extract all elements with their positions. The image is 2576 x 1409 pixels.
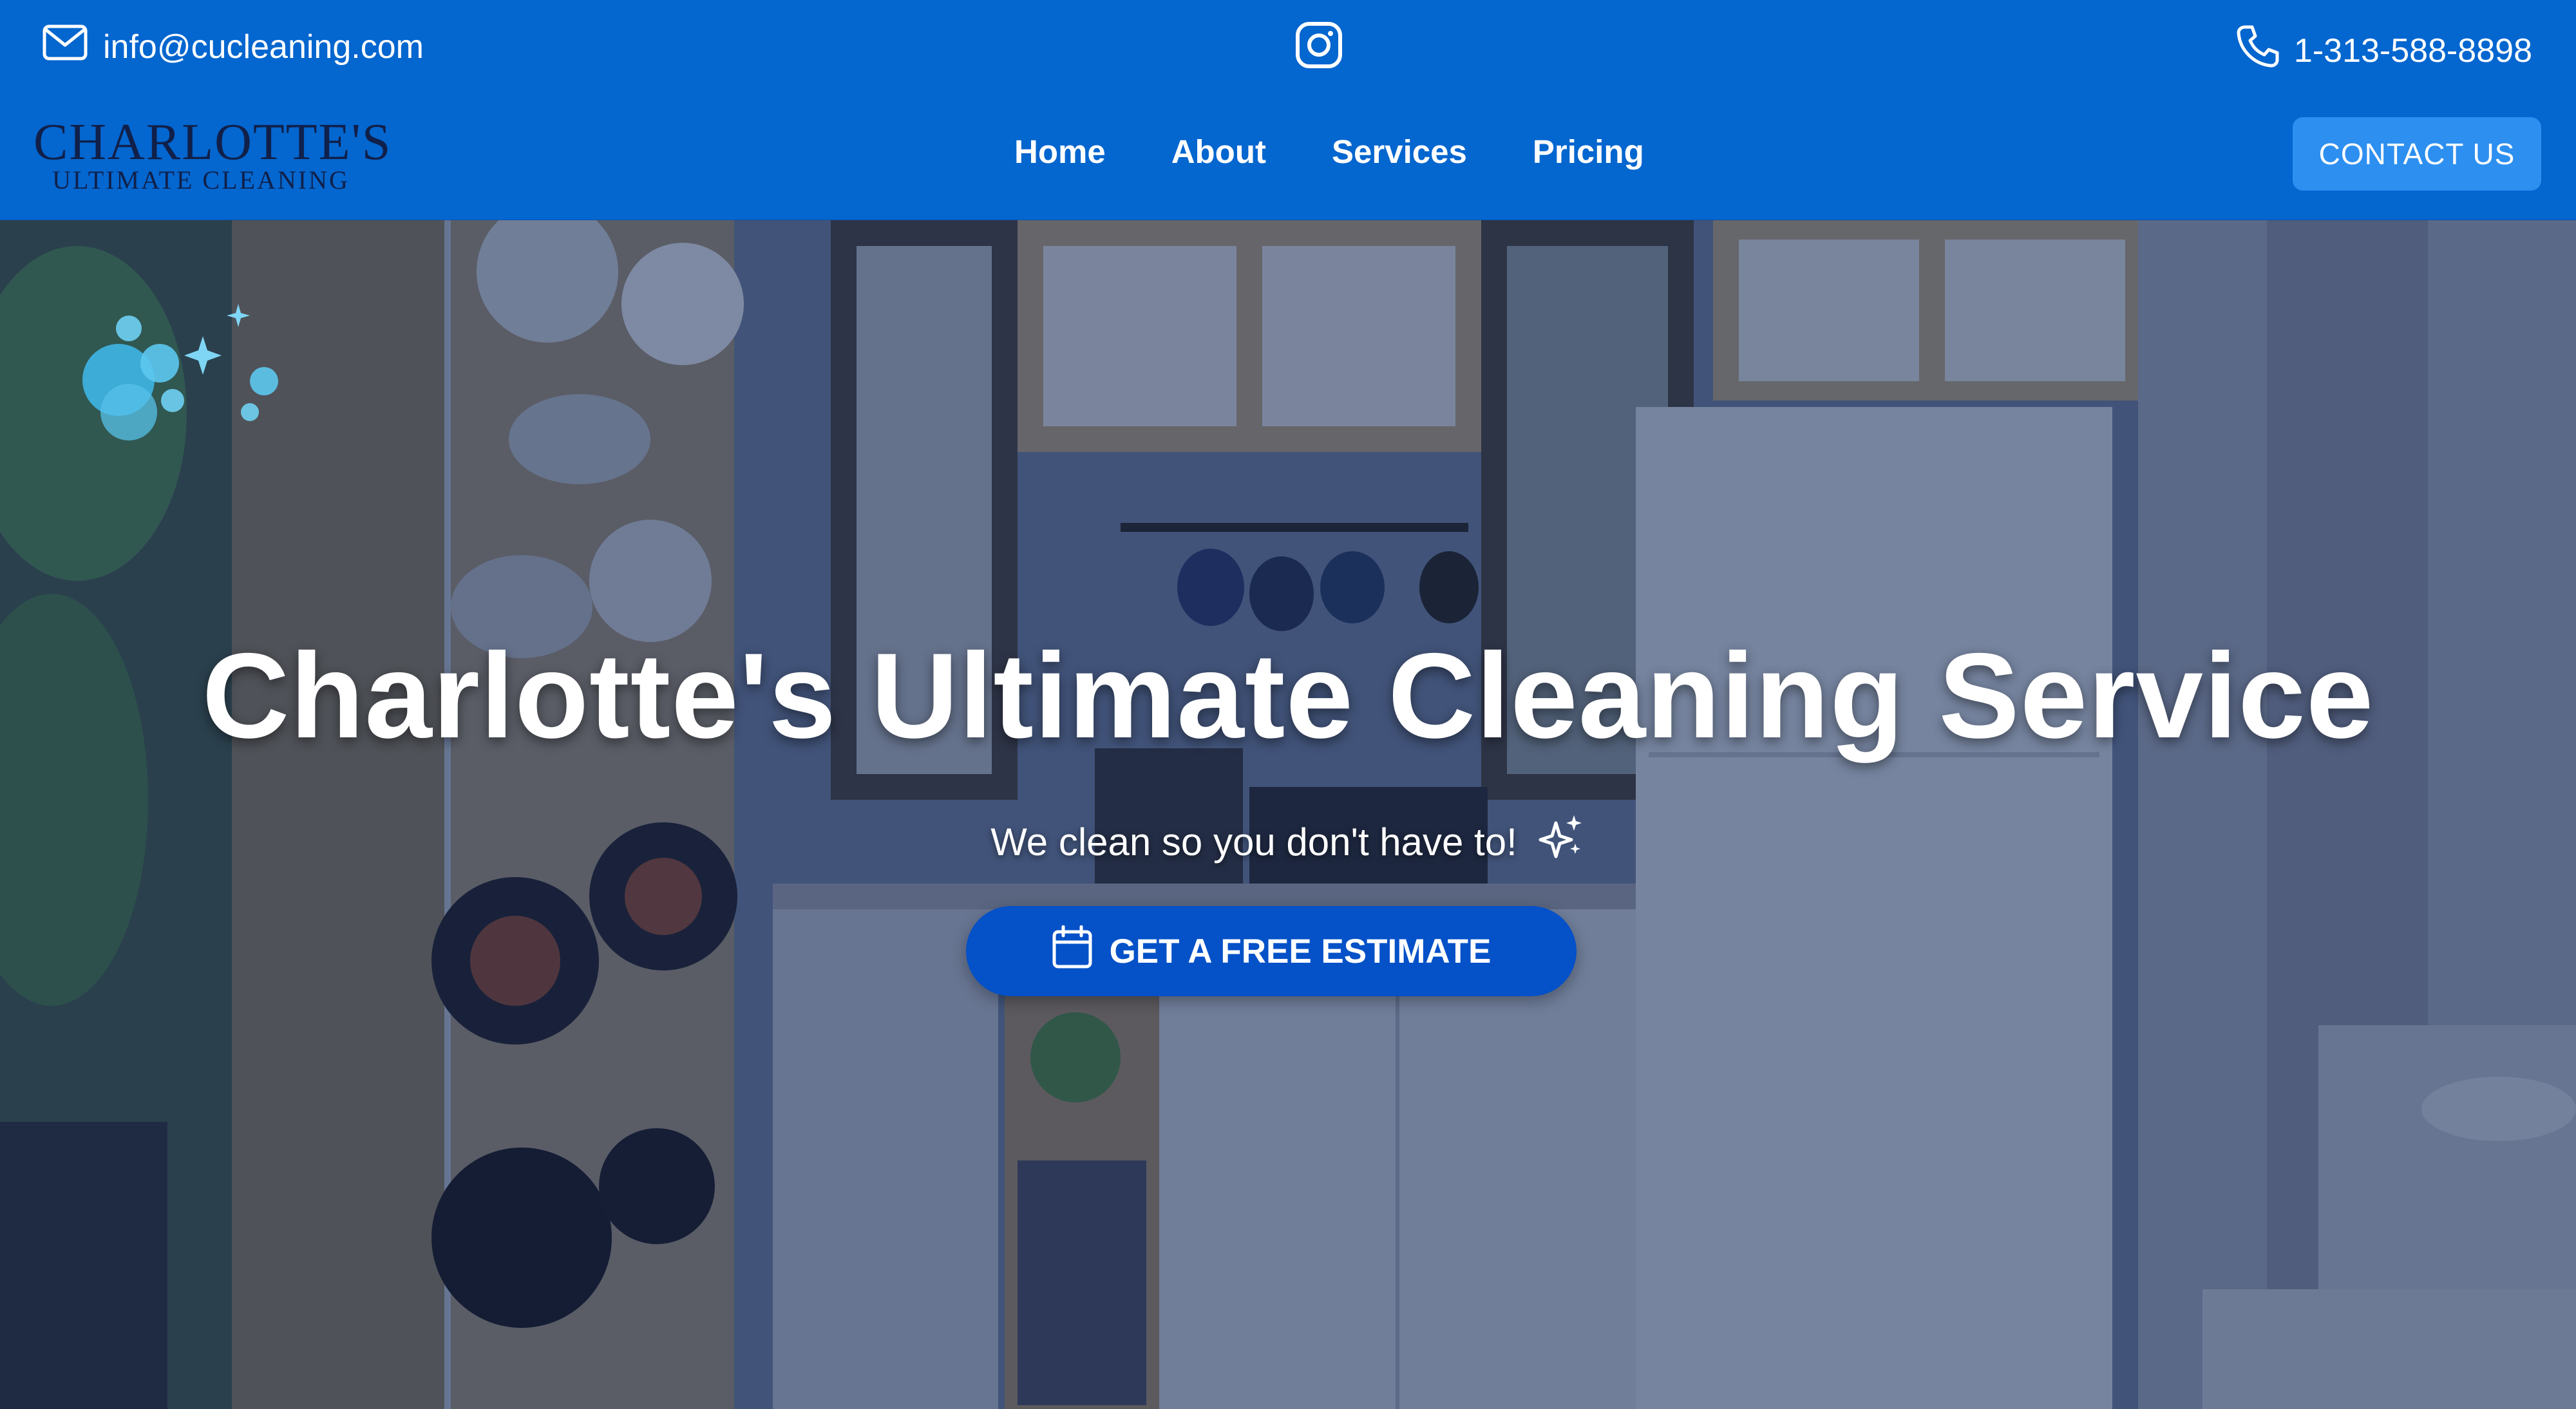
main-navbar: CHARLOTTE'S ULTIMATE CLEANING Home About… [0,91,2576,220]
nav-home[interactable]: Home [1014,133,1106,171]
hero-title: Charlotte's Ultimate Cleaning Service [202,628,2374,763]
email-link[interactable]: info@cucleaning.com [43,24,424,69]
top-contact-bar: info@cucleaning.com 1-313-588-8898 [0,0,2576,91]
email-text: info@cucleaning.com [103,28,424,66]
mail-icon [43,24,88,69]
sparkle-icon [1534,811,1586,872]
nav-about[interactable]: About [1171,133,1266,171]
logo-subtitle: ULTIMATE CLEANING [52,165,350,194]
get-free-estimate-button[interactable]: GET A FREE ESTIMATE [966,906,1577,996]
hero-subtitle-row: We clean so you don't have to! [0,811,2576,872]
cta-label: GET A FREE ESTIMATE [1109,932,1492,970]
nav-pricing[interactable]: Pricing [1533,133,1644,171]
site-logo[interactable]: CHARLOTTE'S ULTIMATE CLEANING [33,114,392,194]
instagram-icon[interactable] [1294,21,1343,70]
phone-icon [2235,23,2281,78]
logo-title: CHARLOTTE'S [33,114,392,171]
bubbles-icon [82,304,278,440]
contact-us-button[interactable]: CONTACT US [2293,117,2541,191]
hero-section: Charlotte's Ultimate Cleaning Service We… [0,220,2576,1409]
phone-link[interactable]: 1-313-588-8898 [2235,23,2532,78]
primary-nav: Home About Services Pricing [1014,133,1644,171]
hero-subtitle: We clean so you don't have to! [990,820,1517,864]
phone-number: 1-313-588-8898 [2293,32,2532,70]
calendar-icon [1052,925,1093,978]
nav-services[interactable]: Services [1332,133,1467,171]
